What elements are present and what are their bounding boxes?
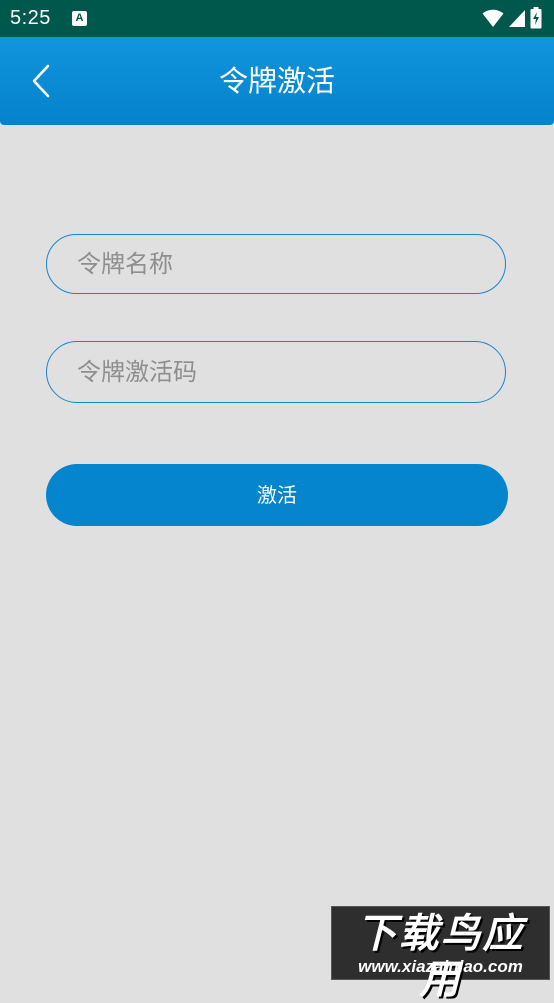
watermark-logo: 下载鸟应用 [356, 911, 525, 1003]
back-button[interactable] [18, 57, 66, 105]
signal-icon [509, 10, 525, 27]
chevron-left-icon [32, 64, 50, 98]
wifi-icon [482, 9, 504, 27]
activate-button[interactable]: 激活 [46, 464, 508, 526]
token-name-field[interactable] [46, 234, 506, 294]
page-title: 令牌激活 [218, 64, 335, 98]
watermark: 下载鸟应用 www.xiazainiao.com [331, 906, 550, 1003]
activate-button-label: 激活 [257, 483, 297, 507]
activation-code-input[interactable] [77, 342, 487, 402]
app-bar: 令牌激活 [0, 37, 554, 125]
status-time: 5:25 [10, 7, 51, 29]
activation-code-field[interactable] [46, 341, 506, 403]
battery-charging-icon [530, 7, 542, 29]
token-name-input[interactable] [77, 235, 487, 293]
watermark-url: www.xiazainiao.com [358, 957, 523, 976]
status-bar: 5:25 A [0, 0, 554, 37]
notification-a-icon: A [72, 11, 87, 26]
status-icons [482, 6, 542, 30]
